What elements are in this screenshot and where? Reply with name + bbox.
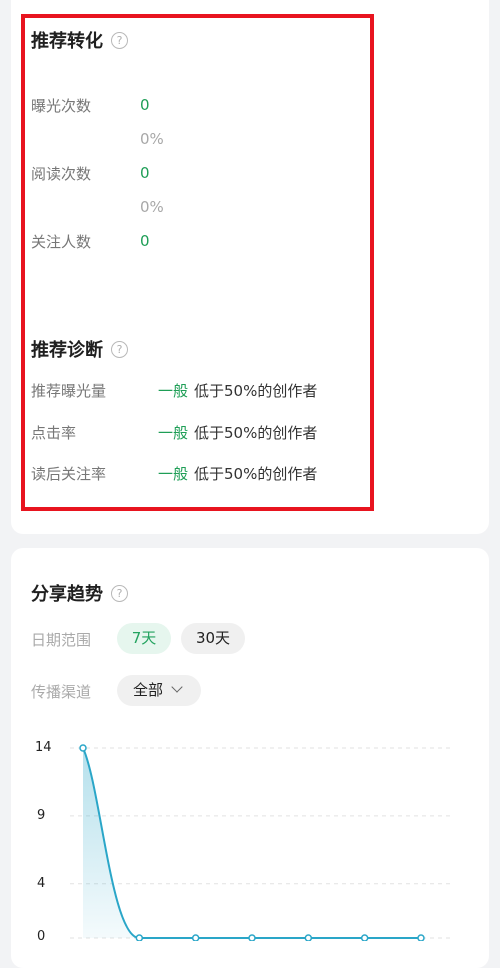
chart-data-point[interactable] [248, 934, 256, 941]
chart-data-point[interactable] [135, 934, 144, 941]
chart-data-point[interactable] [79, 744, 87, 752]
chart-data-point[interactable] [360, 934, 369, 941]
chart-area-fill [83, 748, 421, 938]
chart-series-line [82, 747, 421, 939]
chart-data-point[interactable] [304, 934, 313, 941]
share-trend-chart [70, 744, 452, 941]
chart-data-point[interactable] [191, 934, 200, 941]
chart-data-point[interactable] [417, 934, 425, 941]
